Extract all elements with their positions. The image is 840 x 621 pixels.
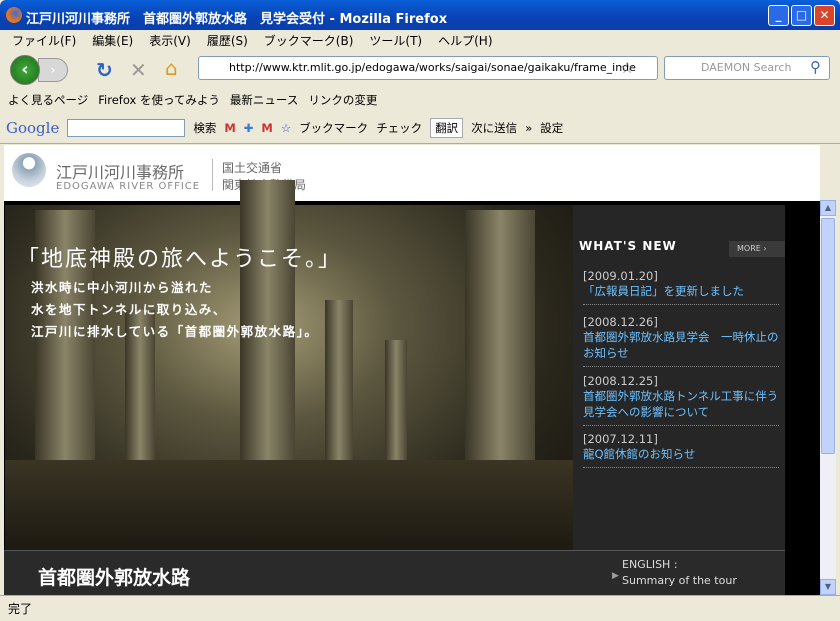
minimize-button[interactable]: _ xyxy=(768,5,789,26)
settings-button[interactable]: 設定 xyxy=(540,120,563,136)
scroll-thumb[interactable] xyxy=(821,218,835,454)
news-item: [2009.01.20] 「広報員日記」を更新しました xyxy=(583,269,779,305)
news-date: [2008.12.26] xyxy=(583,315,658,329)
window-title: 江戸川河川事務所 首都圏外郭放水路 見学会受付 - Mozilla Firefo… xyxy=(26,12,448,27)
search-placeholder: DAEMON Search xyxy=(701,61,792,74)
hero-photo: 「地底神殿の旅へようこそ。」 洪水時に中小河川から溢れた 水を地下トンネルに取り… xyxy=(5,180,575,550)
spellcheck-button[interactable]: チェック xyxy=(376,120,422,136)
hero-subtext: 洪水時に中小河川から溢れた xyxy=(31,280,214,295)
google-logo: Google xyxy=(6,118,60,137)
bookmarks-toolbar: よく見るページ Firefox を使ってみよう 最新ニュース リンクの変更 xyxy=(0,88,840,112)
more-button[interactable]: MORE › xyxy=(729,241,785,257)
star-icon: ☆ xyxy=(280,120,292,135)
english-link[interactable]: ENGLISH : Summary of the tour xyxy=(622,557,737,589)
scroll-up-button[interactable]: ▲ xyxy=(820,200,836,216)
gmail-icon-2[interactable]: M xyxy=(261,121,272,135)
hero-subtext: 水を地下トンネルに取り込み、 xyxy=(31,302,227,317)
scroll-down-button[interactable]: ▼ xyxy=(820,579,836,595)
menu-edit[interactable]: 編集(E) xyxy=(84,32,141,48)
news-link[interactable]: 首都圏外郭放水路トンネル工事に伴う見学会への影響について xyxy=(583,388,779,420)
menu-help[interactable]: ヘルプ(H) xyxy=(430,32,500,48)
plus-icon[interactable]: ✚ xyxy=(244,121,254,135)
news-item: [2008.12.25] 首都圏外郭放水路トンネル工事に伴う見学会への影響について xyxy=(583,374,779,426)
home-icon[interactable]: ⌂ xyxy=(165,56,178,80)
english-summary-link[interactable]: Summary of the tour xyxy=(622,573,737,589)
gmail-icon[interactable]: M xyxy=(224,121,235,135)
divider xyxy=(212,159,213,191)
google-bookmarks-button[interactable]: ブックマーク xyxy=(299,120,368,136)
news-date: [2009.01.20] xyxy=(583,269,658,283)
bookmark-latest-news[interactable]: 最新ニュース xyxy=(230,92,298,108)
whats-new-heading: WHAT'S NEW xyxy=(579,239,677,253)
url-bar[interactable]: http://www.ktr.mlit.go.jp/edogawa/works/… xyxy=(198,56,658,80)
more-label: MORE xyxy=(737,244,761,253)
facility-title: 首都圏外郭放水路 xyxy=(38,567,191,589)
google-search-button[interactable]: 検索 xyxy=(193,120,216,136)
hero-subtext: 江戸川に排水している「首都圏外郭放水路」。 xyxy=(31,324,319,339)
search-icon[interactable]: ⚲ xyxy=(810,58,821,76)
site-logo xyxy=(12,153,46,187)
bookmark-getting-started[interactable]: Firefox を使ってみよう xyxy=(98,92,220,108)
site-header: 江戸川河川事務所 EDOGAWA RIVER OFFICE 国土交通省 関東地方… xyxy=(4,145,820,201)
menu-history[interactable]: 履歴(S) xyxy=(199,32,256,48)
vertical-scrollbar[interactable]: ▲ ▼ xyxy=(820,200,836,595)
news-link[interactable]: 首都圏外郭放水路見学会 一時休止のお知らせ xyxy=(583,329,779,361)
news-link[interactable]: 「広報員日記」を更新しました xyxy=(583,283,779,299)
menu-bookmarks[interactable]: ブックマーク(B) xyxy=(256,32,362,48)
bookmark-customize-links[interactable]: リンクの変更 xyxy=(308,92,377,108)
stop-icon[interactable]: ✕ xyxy=(130,58,147,82)
more-chevron-button[interactable]: » xyxy=(525,121,532,135)
bottom-bar: 首都圏外郭放水路 ▶ ENGLISH : Summary of the tour xyxy=(4,550,785,595)
menu-bar: ファイル(F) 編集(E) 表示(V) 履歴(S) ブックマーク(B) ツール(… xyxy=(0,30,840,50)
status-bar: 完了 xyxy=(0,595,840,621)
reload-icon[interactable]: ↻ xyxy=(96,58,113,82)
url-text: http://www.ktr.mlit.go.jp/edogawa/works/… xyxy=(229,61,636,74)
search-input[interactable]: DAEMON Search xyxy=(664,56,830,80)
ministry-name: 国土交通省 xyxy=(222,161,283,175)
title-bar: 江戸川河川事務所 首都圏外郭放水路 見学会受付 - Mozilla Firefo… xyxy=(0,0,840,30)
news-date: [2007.12.11] xyxy=(583,432,658,446)
whats-new-panel: WHAT'S NEW MORE › [2009.01.20] 「広報員日記」を更新… xyxy=(573,205,785,550)
maximize-button[interactable]: □ xyxy=(791,5,812,26)
org-name-en: EDOGAWA RIVER OFFICE xyxy=(56,181,201,192)
forward-button[interactable]: › xyxy=(38,58,68,82)
menu-view[interactable]: 表示(V) xyxy=(141,32,199,48)
org-name[interactable]: 江戸川河川事務所 xyxy=(56,159,184,183)
news-item: [2007.12.11] 龍Q館休館のお知らせ xyxy=(583,432,779,468)
bookmark-star-icon[interactable]: ☆ xyxy=(620,58,634,77)
send-to-button[interactable]: 次に送信 xyxy=(471,120,517,136)
google-search-input[interactable] xyxy=(67,118,186,137)
firefox-icon xyxy=(6,7,22,23)
back-button[interactable]: ‹ xyxy=(10,55,40,85)
menu-file[interactable]: ファイル(F) xyxy=(4,32,84,48)
close-button[interactable]: ✕ xyxy=(814,5,835,26)
bookmark-most-visited[interactable]: よく見るページ xyxy=(8,92,88,108)
google-toolbar: Google 検索 M ✚ M ☆ ブックマーク チェック 翻訳 次に送信 » … xyxy=(0,112,840,144)
news-date: [2008.12.25] xyxy=(583,374,658,388)
news-item: [2008.12.26] 首都圏外郭放水路見学会 一時休止のお知らせ xyxy=(583,315,779,367)
hero-catchphrase: 「地底神殿の旅へようこそ。」 xyxy=(17,247,343,272)
arrow-right-icon: ▶ xyxy=(612,571,619,581)
news-link[interactable]: 龍Q館休館のお知らせ xyxy=(583,446,779,462)
menu-tools[interactable]: ツール(T) xyxy=(361,32,430,48)
page-content: 江戸川河川事務所 EDOGAWA RIVER OFFICE 国土交通省 関東地方… xyxy=(4,145,820,595)
english-label: ENGLISH : xyxy=(622,558,678,571)
translate-button[interactable]: 翻訳 xyxy=(430,117,464,138)
status-text: 完了 xyxy=(8,602,33,616)
